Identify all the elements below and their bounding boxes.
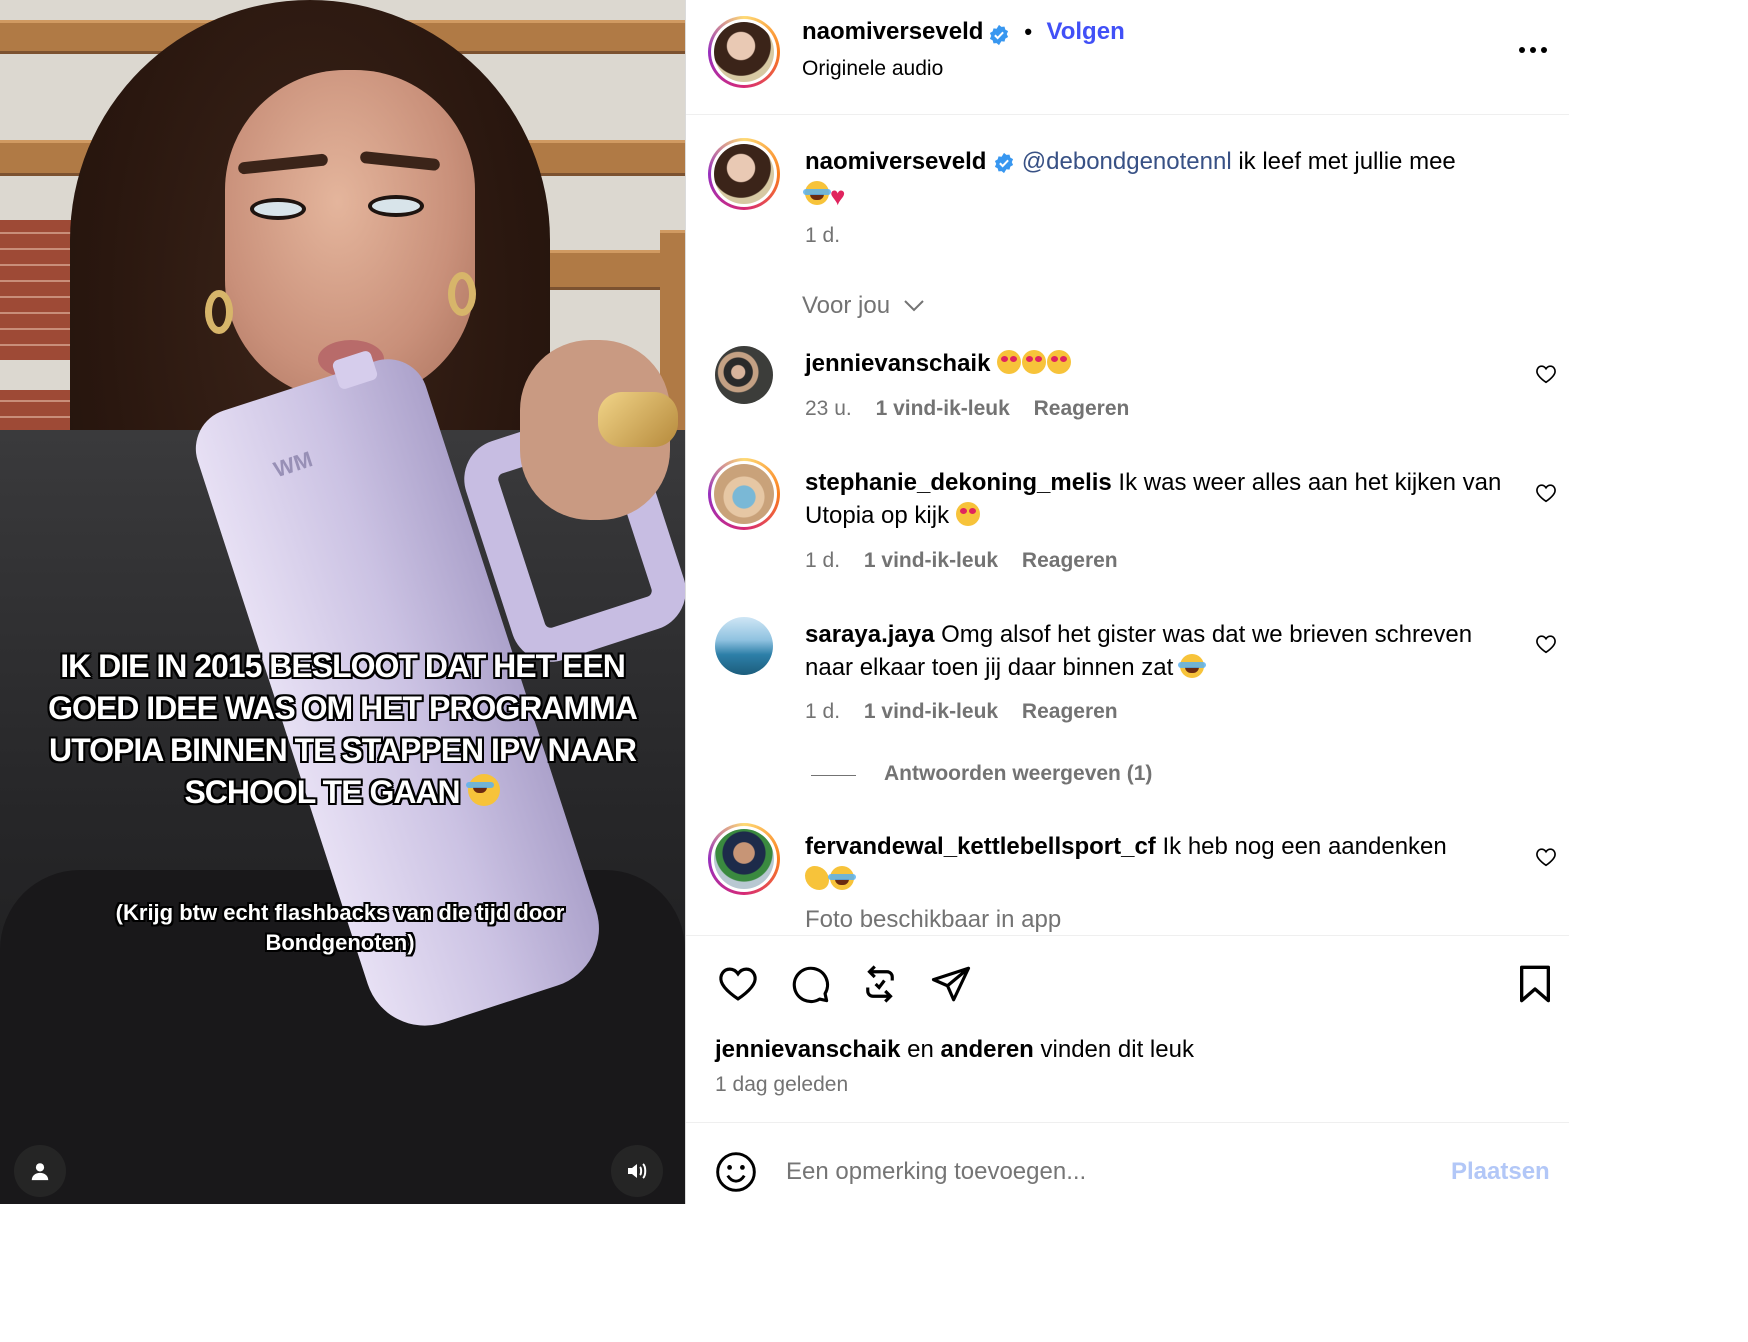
audio-toggle-button[interactable]	[611, 1145, 663, 1197]
comment-avatar[interactable]	[715, 346, 773, 404]
header-divider	[686, 114, 1569, 115]
comment-username[interactable]: stephanie_dekoning_melis	[805, 469, 1112, 496]
tumbler-logo: WM	[270, 446, 316, 483]
reply-button[interactable]: Reageren	[1022, 700, 1118, 723]
comment-avatar[interactable]	[708, 458, 780, 530]
comment-meta: 23 u. 1 vind-ik-leuk Reageren	[805, 397, 1129, 421]
comment-like-heart-icon[interactable]	[1535, 363, 1557, 385]
heart-icon[interactable]	[716, 963, 760, 1005]
repost-icon[interactable]	[859, 963, 901, 1005]
actions-divider	[686, 935, 1569, 936]
share-icon[interactable]	[930, 963, 972, 1005]
bookmark-icon[interactable]	[1515, 963, 1555, 1005]
comment-likes[interactable]: 1 vind-ik-leuk	[864, 549, 998, 572]
comment-body: saraya.jaya Omg alsof het gister was dat…	[805, 618, 1505, 684]
post-caption: naomiverseveld @debondgenotennl ik leef …	[803, 145, 1535, 211]
sort-label: Voor jou	[802, 292, 891, 319]
more-options-icon[interactable]	[1518, 44, 1548, 56]
caption-author-avatar[interactable]	[708, 138, 780, 210]
comment-likes[interactable]: 1 vind-ik-leuk	[876, 397, 1010, 420]
separator-dot: •	[1024, 19, 1033, 44]
comment-sort-dropdown[interactable]: Voor jou	[802, 292, 925, 320]
comment-time: 23 u.	[805, 397, 852, 420]
author-avatar[interactable]	[708, 16, 780, 88]
heart-eyes-emoji-icon	[997, 350, 1022, 374]
person-eye	[250, 198, 306, 220]
laughing-emoji-icon	[465, 774, 500, 806]
follow-button[interactable]: Volgen	[1047, 18, 1125, 45]
user-tag-icon	[31, 1163, 49, 1181]
verified-badge-icon	[995, 152, 1014, 173]
likers-others-link[interactable]: anderen	[940, 1036, 1033, 1063]
tagged-users-button[interactable]	[14, 1145, 66, 1197]
composer-divider	[686, 1122, 1569, 1123]
comment-avatar[interactable]	[708, 823, 780, 895]
heart-eyes-emoji-icon	[1047, 350, 1072, 374]
reply-button[interactable]: Reageren	[1022, 549, 1118, 572]
earring	[205, 290, 233, 334]
emoji-icon[interactable]	[714, 1150, 758, 1194]
laughing-emoji-icon	[828, 866, 856, 890]
author-username[interactable]: naomiverseveld	[802, 18, 983, 45]
reply-button[interactable]: Reageren	[1034, 397, 1130, 420]
video-caption-sub: (Krijg btw echt flashbacks van die tijd …	[115, 900, 565, 955]
comment-meta: 1 d. 1 vind-ik-leuk Reageren	[805, 549, 1118, 573]
reel-media[interactable]: WM IK DIE IN 2015 BESLOOT DAT HET EEN GO…	[0, 0, 685, 1204]
view-replies-button[interactable]: Antwoorden weergeven (1)	[884, 762, 1152, 786]
liker-username[interactable]: jennievanschaik	[715, 1036, 900, 1063]
post-header: naomiverseveld • Volgen	[802, 18, 1125, 46]
caption-author[interactable]: naomiverseveld	[805, 148, 986, 175]
mention-link[interactable]: @debondgenotennl	[1022, 148, 1232, 175]
photo-note: Foto beschikbaar in app	[805, 906, 1062, 933]
red-heart-emoji-icon: ♥	[830, 181, 846, 211]
comment-meta: 1 d. 1 vind-ik-leuk Reageren	[805, 700, 1118, 724]
chevron-down-icon	[904, 300, 924, 312]
comment-like-heart-icon[interactable]	[1535, 633, 1557, 655]
comment-like-heart-icon[interactable]	[1535, 846, 1557, 868]
gold-ring	[598, 392, 678, 447]
laughing-emoji-icon	[1177, 654, 1206, 678]
audio-label[interactable]: Originele audio	[802, 57, 943, 81]
laughing-emoji-icon	[803, 181, 831, 205]
comment-input[interactable]	[786, 1150, 1406, 1194]
caption-text: ik leef met jullie mee	[1231, 148, 1456, 175]
post-date[interactable]: 1 dag geleden	[715, 1073, 848, 1097]
comment-text: Ik heb nog een aandenken	[1155, 833, 1447, 860]
comment-username[interactable]: fervandewal_kettlebellsport_cf	[805, 833, 1156, 860]
comment-username[interactable]: jennievanschaik	[805, 350, 990, 377]
comment-like-heart-icon[interactable]	[1535, 482, 1557, 504]
person-eye	[368, 195, 424, 217]
post-comment-button[interactable]: Plaatsen	[1451, 1158, 1550, 1186]
likes-summary: jennievanschaik en anderen vinden dit le…	[715, 1036, 1194, 1063]
comment-username[interactable]: saraya.jaya	[805, 621, 934, 648]
comment-body: stephanie_dekoning_melis Ik was weer all…	[805, 466, 1505, 532]
comment-likes[interactable]: 1 vind-ik-leuk	[864, 700, 998, 723]
comment-time: 1 d.	[805, 700, 841, 723]
speaker-icon	[628, 1163, 647, 1179]
comment-body: fervandewal_kettlebellsport_cf Ik heb no…	[805, 830, 1505, 896]
comment-time: 1 d.	[805, 549, 841, 572]
earring	[448, 272, 476, 316]
video-caption-main: IK DIE IN 2015 BESLOOT DAT HET EEN GOED …	[48, 648, 638, 810]
heart-eyes-emoji-icon	[955, 502, 980, 526]
post-details-panel: naomiverseveld • Volgen Originele audio …	[685, 0, 1569, 1204]
caption-time: 1 d.	[805, 224, 841, 247]
comment-avatar[interactable]	[715, 617, 773, 675]
heart-eyes-emoji-icon	[1022, 350, 1047, 374]
verified-badge-icon	[989, 24, 1008, 45]
instagram-post-view: WM IK DIE IN 2015 BESLOOT DAT HET EEN GO…	[0, 0, 1569, 1204]
replies-line	[811, 775, 856, 776]
flexed-biceps-emoji-icon	[805, 866, 829, 890]
comment-icon[interactable]	[788, 963, 832, 1005]
comment-body: jennievanschaik	[805, 347, 1505, 380]
